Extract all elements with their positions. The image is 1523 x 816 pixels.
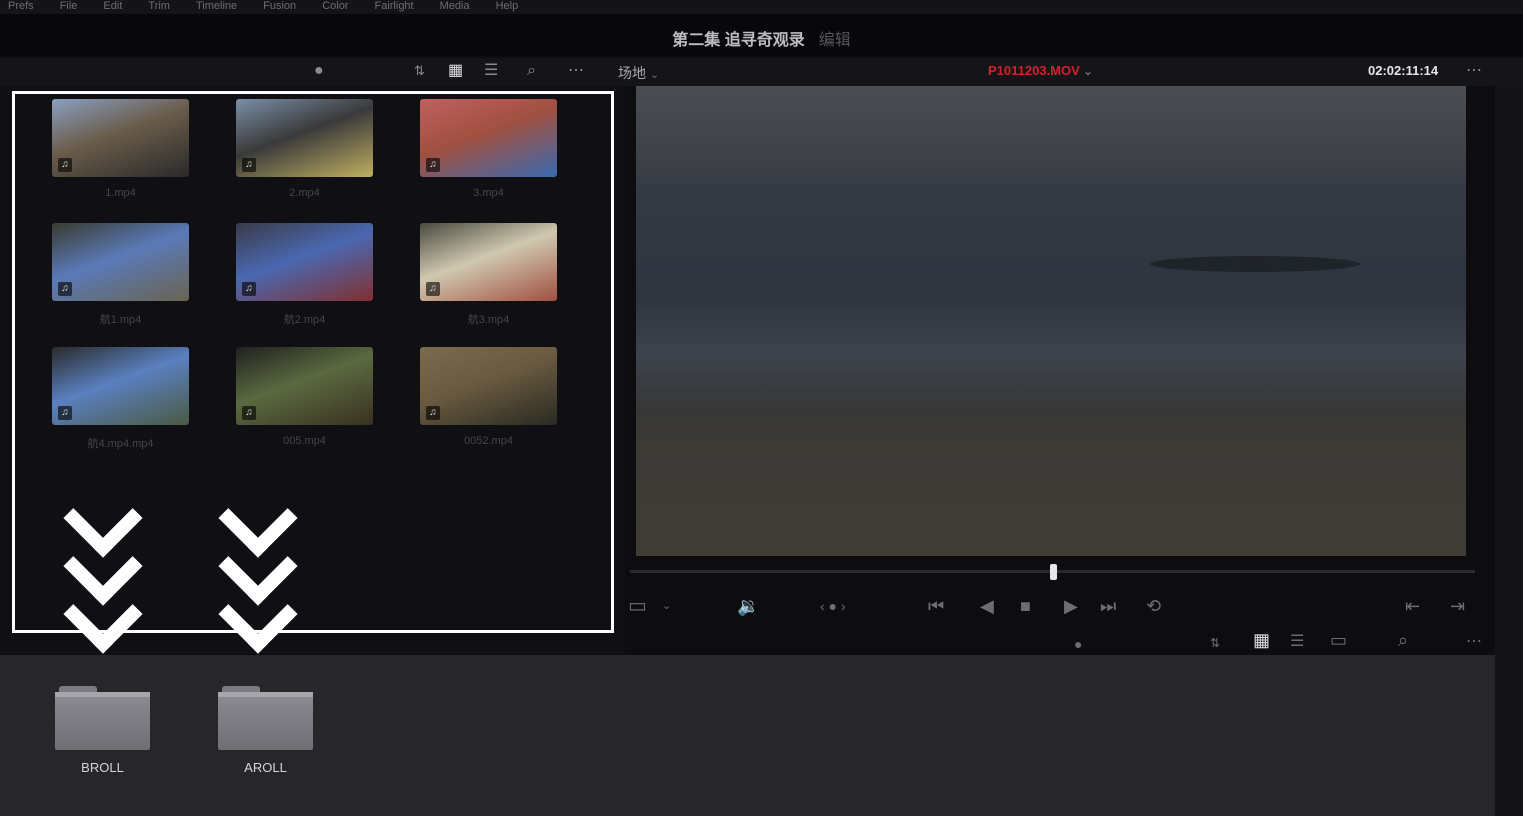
more-options-icon[interactable]: ⋯: [568, 62, 584, 80]
timecode: 02:02:11:14: [1368, 63, 1439, 78]
grid-view-icon[interactable]: ▦: [448, 62, 463, 80]
sort-icon[interactable]: ⇅: [1210, 633, 1220, 653]
menu-bar: Prefs File Edit Trim Timeline Fusion Color Fair…: [0, 0, 1523, 14]
toolbar: [0, 58, 1523, 86]
jog-control-icon[interactable]: ‹ ● ›: [820, 596, 846, 616]
list-view-icon[interactable]: ☰: [1290, 632, 1304, 652]
bin-selector[interactable]: 场地 ⌄: [618, 63, 659, 83]
chevron-down-icon: ⌄: [649, 69, 660, 81]
stop-icon[interactable]: ■: [1020, 596, 1031, 616]
menu-item[interactable]: Timeline: [196, 0, 237, 14]
skip-to-end-icon[interactable]: ⏭: [1100, 596, 1116, 616]
list-view-icon[interactable]: ☰: [484, 62, 498, 80]
clip-size-icon[interactable]: ▭: [1330, 630, 1347, 650]
clip-name-selector[interactable]: P1011203.MOV ⌄: [988, 63, 1093, 78]
grid-view-icon[interactable]: ▦: [1253, 630, 1270, 650]
menu-item[interactable]: Help: [496, 0, 519, 14]
loop-icon[interactable]: ⟲: [1146, 596, 1161, 616]
volume-icon[interactable]: 🔉: [737, 596, 759, 616]
menu-item[interactable]: Fairlight: [374, 0, 413, 14]
menu-item[interactable]: Fusion: [263, 0, 296, 14]
sort-icon[interactable]: ⇅: [414, 62, 425, 80]
menu-item[interactable]: Edit: [103, 0, 122, 14]
chevron-down-icon: ⌄: [1083, 66, 1093, 78]
skip-to-start-icon[interactable]: ⏮: [928, 596, 944, 616]
viewer-frame-rocks: [1150, 256, 1360, 272]
play-reverse-icon[interactable]: ◀: [980, 596, 994, 616]
viewer-options-icon[interactable]: ⋯: [1466, 62, 1482, 80]
chevron-down-icon[interactable]: ⌄: [662, 596, 671, 616]
mark-in-icon[interactable]: ⇤: [1405, 596, 1420, 616]
search-icon[interactable]: ⌕: [1398, 630, 1408, 650]
clip-name: P1011203.MOV: [988, 63, 1080, 78]
zoom-slider-icon[interactable]: ●: [1074, 634, 1082, 654]
more-options-icon[interactable]: ⋯: [1466, 632, 1482, 652]
menu-item[interactable]: Color: [322, 0, 348, 14]
folder-broll[interactable]: [55, 686, 150, 750]
bin-label: 场地: [618, 65, 646, 81]
right-side-strip: [1495, 86, 1523, 816]
viewer-frame-waves: [636, 300, 1466, 410]
menu-item[interactable]: Trim: [148, 0, 170, 14]
folder-label: BROLL: [81, 760, 124, 775]
play-icon[interactable]: ▶: [1064, 596, 1078, 616]
project-title: 第二集 追寻奇观录 编辑: [0, 26, 1523, 50]
menu-item[interactable]: Prefs: [8, 0, 34, 14]
folder-label: AROLL: [244, 760, 287, 775]
project-subtitle: 编辑: [818, 32, 851, 49]
menu-item[interactable]: Media: [440, 0, 470, 14]
playhead[interactable]: [1050, 564, 1057, 580]
mark-out-icon[interactable]: ⇥: [1450, 596, 1465, 616]
folder-aroll[interactable]: [218, 686, 313, 750]
project-title-text: 第二集 追寻奇观录: [672, 32, 805, 49]
menu-item[interactable]: File: [60, 0, 78, 14]
viewer-mode-icon[interactable]: ▭: [628, 596, 647, 616]
zoom-slider-icon[interactable]: ●: [314, 62, 324, 80]
search-icon[interactable]: ⌕: [527, 62, 536, 80]
